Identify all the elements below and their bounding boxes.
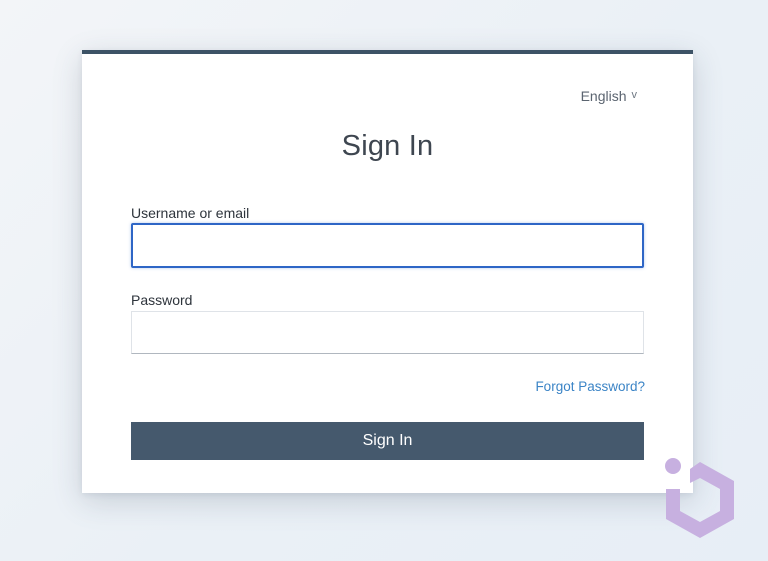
login-card: English v Sign In Username or email Pass… xyxy=(82,50,693,493)
brand-logo-icon xyxy=(665,458,734,538)
chevron-down-icon: v xyxy=(631,89,638,101)
page-title: Sign In xyxy=(341,130,434,162)
language-selector[interactable]: English v xyxy=(581,88,637,104)
sign-in-button[interactable]: Sign In xyxy=(131,422,644,460)
password-input[interactable] xyxy=(131,311,644,354)
language-label: English xyxy=(580,88,627,104)
forgot-password-link[interactable]: Forgot Password? xyxy=(535,379,645,394)
username-label: Username or email xyxy=(131,205,250,221)
password-label: Password xyxy=(131,292,193,308)
username-input[interactable] xyxy=(131,223,644,268)
